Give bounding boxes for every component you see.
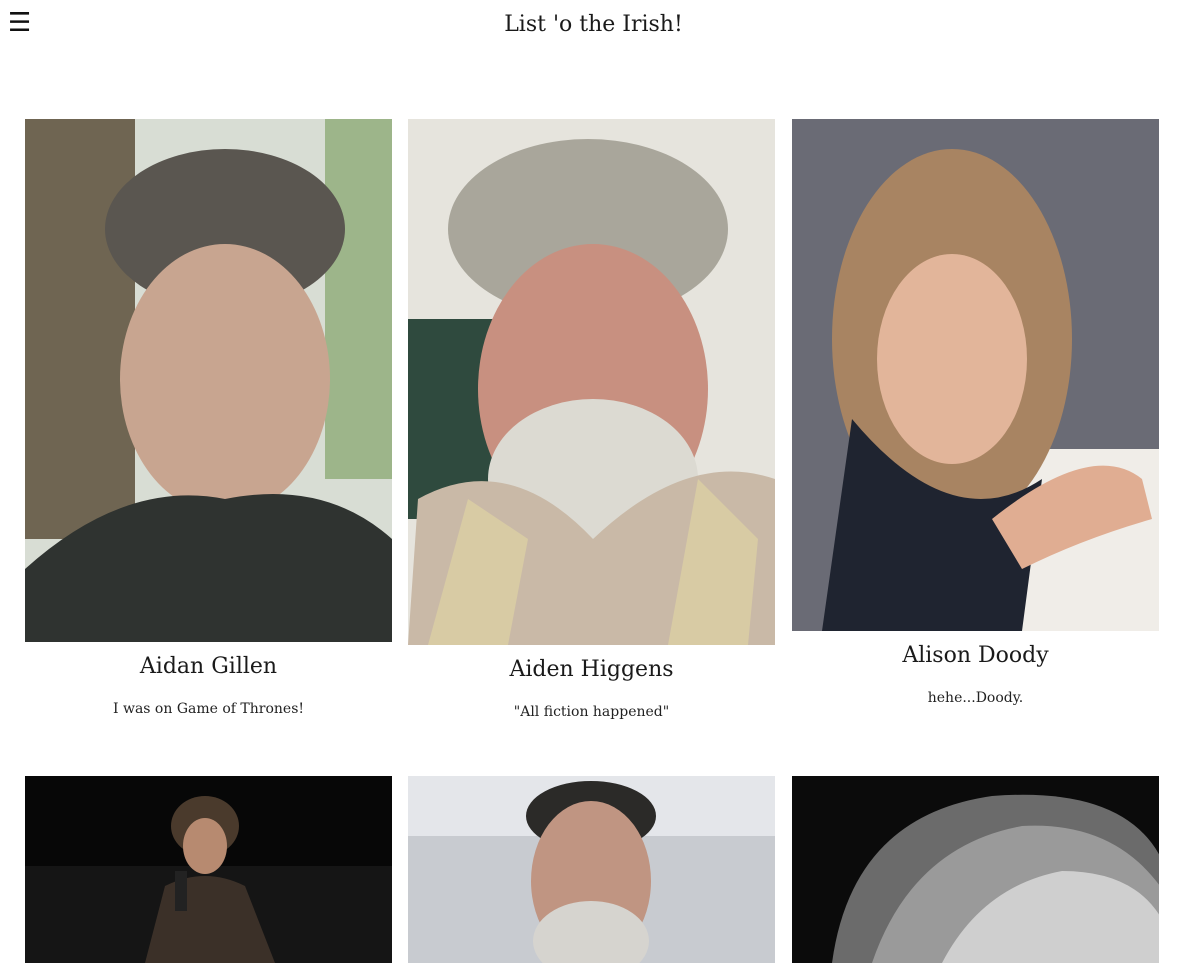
person-name: Aidan Gillen xyxy=(139,654,278,679)
person-card[interactable]: Alison Doody hehe...Doody. xyxy=(792,119,1159,706)
person-card[interactable] xyxy=(25,776,392,963)
person-photo xyxy=(408,119,775,645)
person-card[interactable] xyxy=(408,776,775,963)
person-name: Aiden Higgens xyxy=(509,657,674,682)
person-name: Alison Doody xyxy=(902,643,1049,668)
person-card[interactable]: Aiden Higgens "All fiction happened" xyxy=(408,119,775,720)
person-photo xyxy=(25,119,392,642)
person-card[interactable]: Aidan Gillen I was on Game of Thrones! xyxy=(25,119,392,717)
person-quote: I was on Game of Thrones! xyxy=(112,701,305,717)
person-photo xyxy=(792,119,1159,631)
person-photo xyxy=(25,776,392,963)
person-quote: "All fiction happened" xyxy=(513,704,670,720)
person-quote: hehe...Doody. xyxy=(927,690,1024,706)
person-photo xyxy=(792,776,1159,963)
person-photo xyxy=(408,776,775,963)
person-card[interactable] xyxy=(792,776,1159,963)
page-title: List 'o the Irish! xyxy=(504,12,683,37)
